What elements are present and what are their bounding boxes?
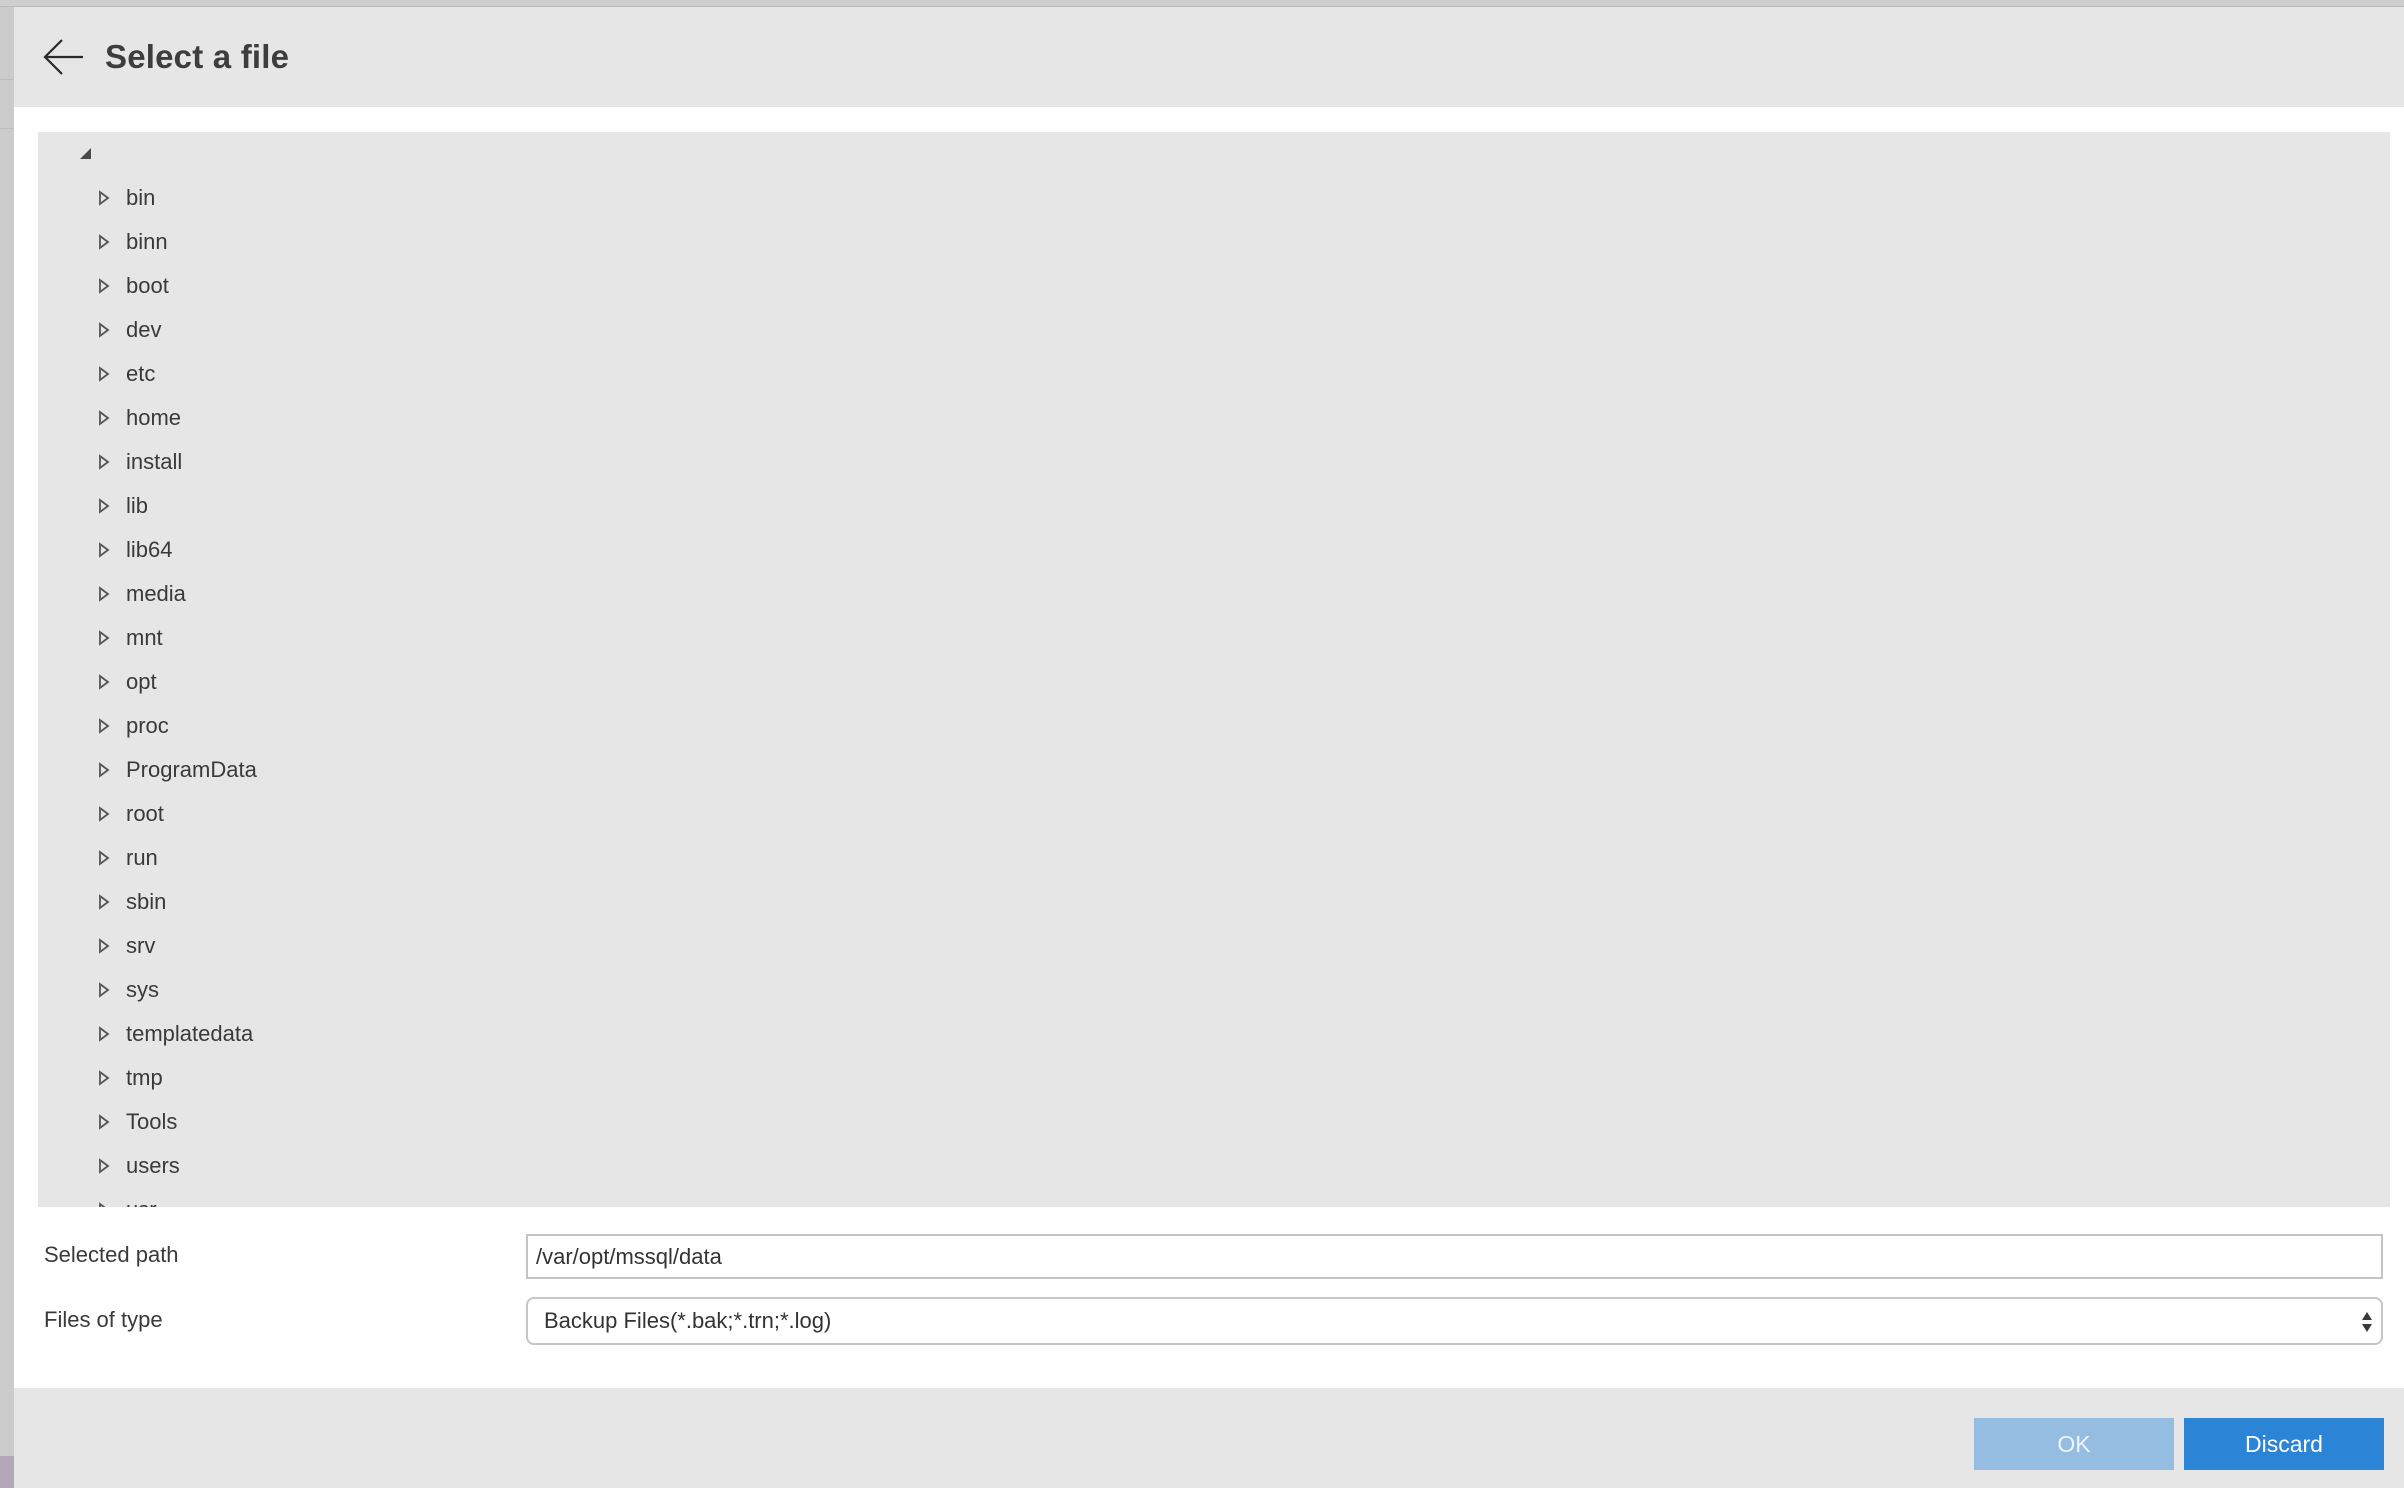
- collapsed-chevron-icon[interactable]: [98, 674, 110, 690]
- sidebar-divider: [0, 79, 14, 80]
- tree-item-label: opt: [126, 669, 157, 694]
- background-sidebar-edge: [0, 7, 14, 1488]
- tree-item[interactable]: tmp: [38, 1056, 2390, 1100]
- tree-item-label: bin: [126, 185, 156, 210]
- collapsed-chevron-icon[interactable]: [98, 1158, 110, 1174]
- tree-item[interactable]: sbin: [38, 880, 2390, 924]
- tree-item[interactable]: lib64: [38, 528, 2390, 572]
- selected-path-input[interactable]: [526, 1234, 2383, 1279]
- files-of-type-value: Backup Files(*.bak;*.trn;*.log): [544, 1308, 832, 1333]
- tree-item[interactable]: proc: [38, 704, 2390, 748]
- tree-item-label: templatedata: [126, 1021, 254, 1046]
- file-tree[interactable]: bin binn boot dev etc home install lib lib64 medi…: [38, 132, 2390, 1207]
- collapsed-chevron-icon[interactable]: [98, 586, 110, 602]
- collapsed-chevron-icon[interactable]: [98, 1202, 110, 1207]
- collapsed-chevron-icon[interactable]: [98, 1070, 110, 1086]
- tree-item[interactable]: binn: [38, 220, 2390, 264]
- tree-item[interactable]: usr: [38, 1188, 2390, 1207]
- select-updown-icon: [2362, 1312, 2372, 1332]
- window-top-edge: [0, 0, 2404, 7]
- tree-item[interactable]: lib: [38, 484, 2390, 528]
- collapsed-chevron-icon[interactable]: [98, 366, 110, 382]
- collapsed-chevron-icon[interactable]: [98, 454, 110, 470]
- tree-item-label: srv: [126, 933, 156, 958]
- tree-item-label: etc: [126, 361, 156, 386]
- tree-item-label: tmp: [126, 1065, 163, 1090]
- sidebar-divider: [0, 128, 14, 129]
- collapsed-chevron-icon[interactable]: [98, 894, 110, 910]
- dialog-header: Select a file: [14, 7, 2404, 107]
- dialog-footer: OK Discard: [14, 1388, 2404, 1488]
- collapsed-chevron-icon[interactable]: [98, 542, 110, 558]
- tree-item[interactable]: root: [38, 792, 2390, 836]
- collapsed-chevron-icon[interactable]: [98, 1026, 110, 1042]
- collapsed-chevron-icon[interactable]: [98, 498, 110, 514]
- tree-item[interactable]: media: [38, 572, 2390, 616]
- dialog-title: Select a file: [105, 38, 290, 75]
- tree-item[interactable]: sys: [38, 968, 2390, 1012]
- collapsed-chevron-icon[interactable]: [98, 278, 110, 294]
- tree-item-label: sys: [126, 977, 159, 1002]
- tree-item-label: boot: [126, 273, 169, 298]
- tree-item[interactable]: bin: [38, 176, 2390, 220]
- expanded-triangle-icon: [80, 148, 91, 159]
- collapsed-chevron-icon[interactable]: [98, 410, 110, 426]
- tree-item-label: dev: [126, 317, 162, 342]
- tree-item-label: ProgramData: [126, 757, 257, 782]
- tree-item-label: sbin: [126, 889, 167, 914]
- collapsed-chevron-icon[interactable]: [98, 850, 110, 866]
- tree-item[interactable]: boot: [38, 264, 2390, 308]
- arrow-left-icon: [43, 39, 83, 75]
- tree-item[interactable]: users: [38, 1144, 2390, 1188]
- collapsed-chevron-icon[interactable]: [98, 718, 110, 734]
- tree-item[interactable]: etc: [38, 352, 2390, 396]
- tree-item-label: usr: [126, 1188, 157, 1207]
- tree-item[interactable]: templatedata: [38, 1012, 2390, 1056]
- collapsed-chevron-icon[interactable]: [98, 322, 110, 338]
- tree-item[interactable]: home: [38, 396, 2390, 440]
- tree-item-label: users: [126, 1153, 180, 1178]
- tree-item[interactable]: Tools: [38, 1100, 2390, 1144]
- tree-item[interactable]: mnt: [38, 616, 2390, 660]
- tree-item-label: binn: [126, 229, 168, 254]
- back-button[interactable]: [42, 37, 86, 77]
- tree-item-label: media: [126, 581, 186, 606]
- tree-item-label: proc: [126, 713, 169, 738]
- tree-item-label: mnt: [126, 625, 163, 650]
- tree-root-toggle[interactable]: [79, 147, 93, 161]
- selected-path-label: Selected path: [44, 1242, 179, 1267]
- tree-item[interactable]: install: [38, 440, 2390, 484]
- tree-item-label: lib: [126, 493, 149, 518]
- tree-item[interactable]: run: [38, 836, 2390, 880]
- tree-item[interactable]: dev: [38, 308, 2390, 352]
- collapsed-chevron-icon[interactable]: [98, 982, 110, 998]
- discard-button[interactable]: Discard: [2184, 1418, 2384, 1470]
- collapsed-chevron-icon[interactable]: [98, 806, 110, 822]
- tree-item-label: lib64: [126, 537, 173, 562]
- tree-item[interactable]: srv: [38, 924, 2390, 968]
- collapsed-chevron-icon[interactable]: [98, 762, 110, 778]
- tree-item[interactable]: ProgramData: [38, 748, 2390, 792]
- collapsed-chevron-icon[interactable]: [98, 234, 110, 250]
- tree-item-label: Tools: [126, 1109, 178, 1134]
- tree-item-label: root: [126, 801, 164, 826]
- tree-item-label: install: [126, 449, 183, 474]
- collapsed-chevron-icon[interactable]: [98, 630, 110, 646]
- files-of-type-label: Files of type: [44, 1307, 163, 1332]
- tree-item-label: run: [126, 845, 158, 870]
- tree-item-label: home: [126, 405, 182, 430]
- collapsed-chevron-icon[interactable]: [98, 190, 110, 206]
- ok-button[interactable]: OK: [1974, 1418, 2174, 1470]
- files-of-type-select[interactable]: Backup Files(*.bak;*.trn;*.log): [526, 1297, 2383, 1345]
- tree-item[interactable]: opt: [38, 660, 2390, 704]
- collapsed-chevron-icon[interactable]: [98, 938, 110, 954]
- sidebar-accent: [0, 1456, 14, 1488]
- collapsed-chevron-icon[interactable]: [98, 1114, 110, 1130]
